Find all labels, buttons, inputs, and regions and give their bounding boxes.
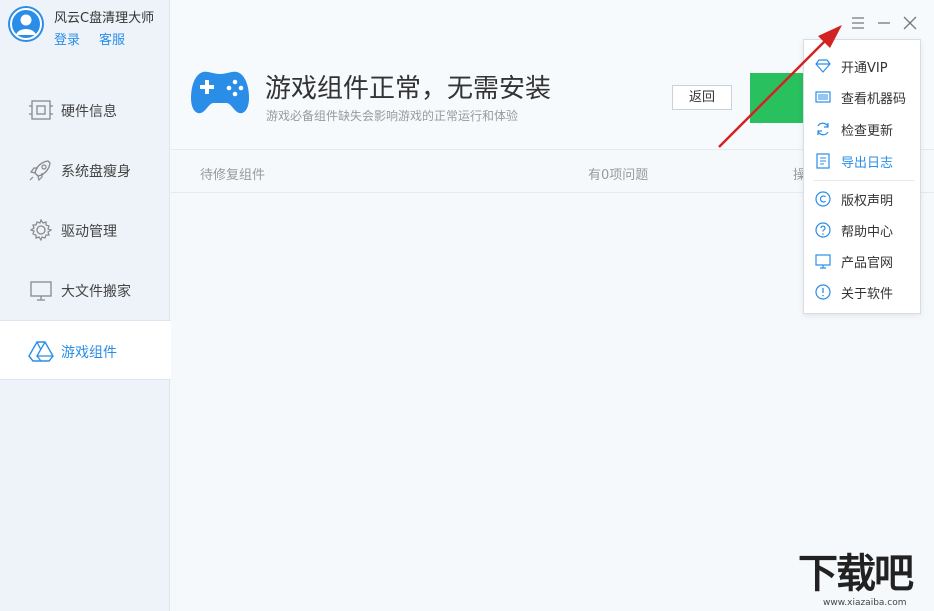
app-name: 风云C盘清理大师 [54, 11, 155, 26]
sidebar-nav: 硬件信息 系统盘瘦身 驱动管理 大文件搬家 游戏组件 [0, 80, 171, 380]
login-link[interactable]: 登录 [54, 29, 80, 48]
sidebar-item-driver[interactable]: 驱动管理 [0, 200, 170, 260]
website-icon [815, 254, 831, 269]
main-menu-dropdown: 开通VIP 查看机器码 检查更新 导出日志 版权声明 帮助中心 产品官网 关于软… [803, 39, 921, 314]
sidebar-item-big-file[interactable]: 大文件搬家 [0, 260, 170, 320]
menu-item-about[interactable]: 关于软件 [804, 278, 922, 306]
sidebar: 风云C盘清理大师 登录 客服 硬件信息 系统盘瘦身 驱动管理 大文件搬家 游戏组… [0, 0, 171, 611]
sidebar-item-label: 大文件搬家 [61, 284, 131, 300]
sidebar-item-label: 驱动管理 [61, 224, 117, 240]
user-panel: 风云C盘清理大师 登录 客服 [0, 0, 170, 70]
sidebar-item-game-component[interactable]: 游戏组件 [0, 320, 171, 380]
menu-item-machine-code[interactable]: 查看机器码 [804, 83, 922, 111]
menu-item-label: 关于软件 [841, 287, 894, 302]
sidebar-item-label: 硬件信息 [61, 104, 117, 120]
triangle-drive-icon [28, 341, 54, 362]
back-button[interactable]: 返回 [672, 85, 732, 110]
menu-item-vip[interactable]: 开通VIP [804, 52, 922, 80]
hardware-icon [29, 100, 53, 120]
menu-item-label: 导出日志 [841, 156, 894, 171]
sidebar-item-hardware[interactable]: 硬件信息 [0, 80, 170, 140]
log-icon [816, 153, 830, 169]
watermark: 下载吧 www.xiazaiba.com [795, 551, 934, 611]
sidebar-item-label: 系统盘瘦身 [61, 164, 131, 180]
barcode-icon [815, 91, 831, 103]
page-subtitle: 游戏必备组件缺失会影响游戏的正常运行和体验 [266, 109, 519, 123]
close-icon[interactable] [901, 14, 919, 32]
page-title: 游戏组件正常，无需安装 [265, 74, 552, 104]
rocket-icon [29, 160, 51, 182]
menu-item-copyright[interactable]: 版权声明 [804, 185, 922, 213]
action-button[interactable] [750, 73, 810, 123]
menu-item-label: 开通VIP [841, 61, 888, 76]
sidebar-item-label: 游戏组件 [61, 345, 117, 361]
gamepad-icon [191, 71, 249, 114]
minimize-icon[interactable] [875, 14, 893, 32]
menu-item-website[interactable]: 产品官网 [804, 247, 922, 275]
menu-item-help[interactable]: 帮助中心 [804, 216, 922, 244]
column-header-issues: 有0项问题 [588, 168, 649, 183]
gear-icon [29, 218, 53, 242]
diamond-icon [815, 59, 831, 73]
menu-icon[interactable] [849, 14, 867, 32]
watermark-url: www.xiazaiba.com [823, 598, 907, 608]
column-header-component: 待修复组件 [200, 168, 266, 183]
refresh-icon [817, 122, 829, 136]
watermark-logo: 下载吧 [798, 551, 914, 597]
copyright-icon [815, 191, 831, 207]
menu-item-label: 检查更新 [841, 124, 894, 139]
menu-item-label: 产品官网 [841, 256, 894, 271]
service-link[interactable]: 客服 [99, 29, 125, 48]
monitor-icon [30, 281, 52, 301]
menu-item-export-log[interactable]: 导出日志 [804, 147, 922, 175]
menu-item-check-update[interactable]: 检查更新 [804, 115, 922, 143]
avatar-icon[interactable] [8, 6, 44, 42]
menu-item-label: 版权声明 [841, 194, 894, 209]
help-icon [815, 222, 831, 238]
sidebar-item-disk-slim[interactable]: 系统盘瘦身 [0, 140, 170, 200]
menu-item-label: 查看机器码 [841, 92, 907, 107]
menu-divider [814, 180, 914, 181]
menu-item-label: 帮助中心 [841, 225, 894, 240]
info-icon [815, 284, 831, 300]
